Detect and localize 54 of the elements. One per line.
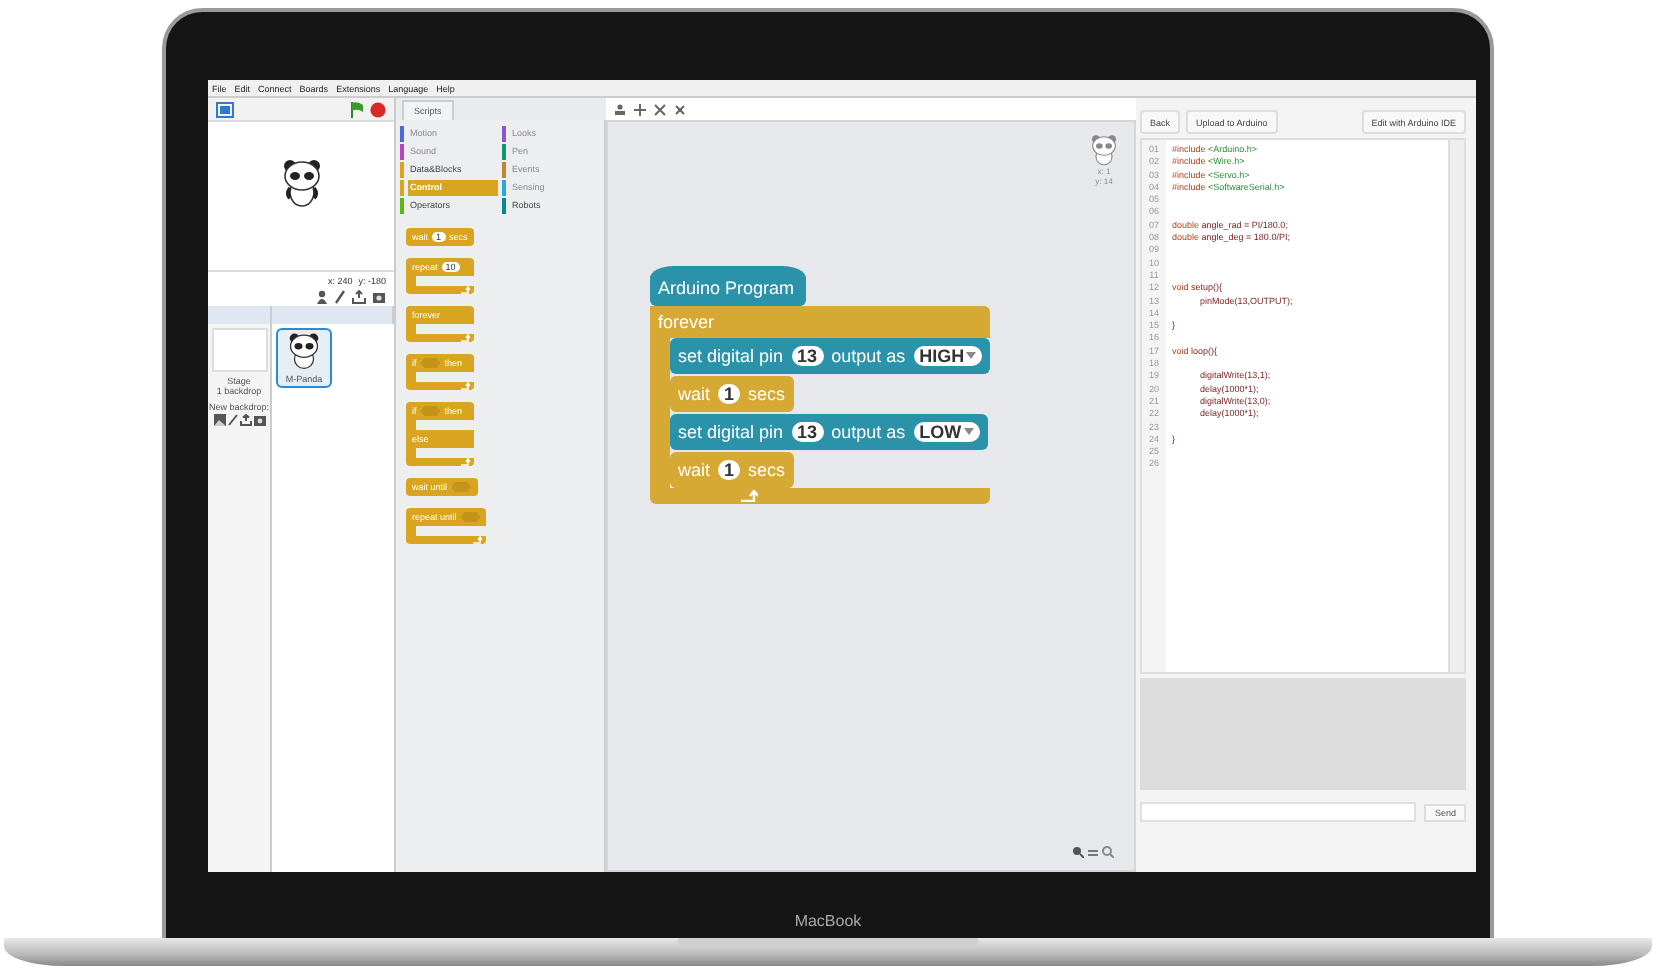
loop-arrow-icon [460,382,470,390]
flag-icon[interactable] [350,101,364,117]
panda-drawing [1090,134,1118,166]
upload-icon[interactable] [352,290,366,304]
caret-icon [963,428,974,436]
block-label: set digital pin [678,422,784,442]
panda-drawing [281,158,321,210]
dropdown-input[interactable]: LOW [913,422,980,442]
reset-zoom-icon[interactable] [1088,847,1098,857]
move-icon[interactable] [634,103,646,115]
brand-label: MacBook [794,912,862,930]
shrink-icon[interactable] [674,103,686,115]
block-label: output as [831,422,906,442]
code-block[interactable]: set digital pin 13 output as LOW [670,414,988,450]
input-field[interactable] [1140,802,1417,822]
block-label: output as [831,346,906,366]
camera-icon[interactable] [253,414,265,426]
block-label: secs [748,460,786,480]
grow-icon[interactable] [654,103,666,115]
block-label: set digital pin [678,346,784,366]
figure-icon[interactable] [316,290,328,304]
number-input[interactable]: 1 [718,460,741,480]
code-block[interactable]: wait 1 secs [670,452,794,488]
stop-icon[interactable] [370,101,386,117]
scrollbar[interactable] [1448,140,1464,672]
fullscreen-icon[interactable] [216,101,234,117]
loop-arrow-icon [460,458,470,466]
block-label: forever [658,312,715,332]
code-block[interactable]: set digital pin 13 output as HIGH [670,338,991,374]
zoom-out-icon[interactable] [1072,846,1084,858]
image-icon[interactable] [213,414,225,426]
pencil-icon[interactable] [227,414,237,426]
loop-arrow-icon [460,334,470,342]
caret-icon [966,352,977,360]
number-input[interactable]: 1 [718,384,741,404]
stage-thumbnail[interactable] [211,328,267,372]
block-label: wait [678,384,711,404]
forever-block[interactable]: forever set digital pin 13 output as HIGH wait 1 secs set digital pin 13 output as LOW wait 1 secs [650,306,991,504]
dropdown-input[interactable]: HIGH [913,346,983,366]
block-label: secs [748,384,786,404]
stamp-icon[interactable] [614,103,626,115]
upload-icon[interactable] [239,414,251,426]
number-input[interactable]: 13 [791,346,824,366]
block-label: wait [678,460,711,480]
loop-arrow-icon [472,536,483,544]
loop-arrow-icon [460,286,470,294]
pencil-icon[interactable] [334,290,346,304]
zoom-in-icon[interactable] [1102,846,1114,858]
code-block[interactable]: wait 1 secs [670,376,794,412]
loop-arrow-icon [740,490,758,502]
number-input[interactable]: 13 [791,422,824,442]
hat-block[interactable]: Arduino Program [650,266,806,306]
panda-drawing [288,332,320,370]
camera-icon[interactable] [372,290,386,304]
